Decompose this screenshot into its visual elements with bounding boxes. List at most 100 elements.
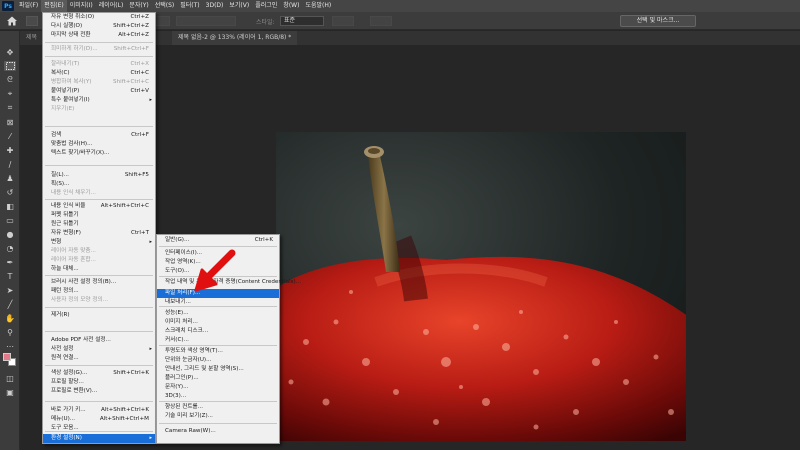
menu-window[interactable]: 창(W): [280, 0, 302, 12]
menu-type[interactable]: 문자(Y): [126, 0, 151, 12]
prefs-menu-item-17[interactable]: 향상된 컨트롤...: [157, 403, 279, 412]
history-brush-tool-icon[interactable]: ↺: [4, 187, 16, 197]
menu-plugins[interactable]: 플러그인: [252, 0, 280, 12]
edit-menu-item-8[interactable]: 특수 붙여넣기(I) ▸: [43, 96, 155, 105]
object-selection-tool-icon[interactable]: ⌖: [4, 89, 16, 99]
crop-tool-icon[interactable]: ⌗: [4, 103, 16, 113]
gradient-tool-icon[interactable]: ▭: [4, 215, 16, 225]
edit-menu-item-35[interactable]: 메뉴(U)... Alt+Shift+Ctrl+M: [43, 415, 155, 424]
tab-document-2[interactable]: 제목 없음-2 @ 133% (레이어 1, RGB/8) *: [172, 31, 298, 45]
zoom-tool-icon[interactable]: ⚲: [4, 327, 16, 337]
brush-tool-icon[interactable]: ∕: [4, 159, 16, 169]
move-tool-icon[interactable]: ✥: [4, 47, 16, 57]
hand-tool-icon[interactable]: ✋: [4, 313, 16, 323]
canvas-image-apple[interactable]: [276, 132, 686, 441]
blur-tool-icon[interactable]: ●: [4, 229, 16, 239]
edit-menu-item-15[interactable]: 내용 인식 채우기...: [43, 189, 155, 198]
edit-menu-item-0[interactable]: 자유 변형 취소(O) Ctrl+Z: [43, 13, 155, 22]
quick-mask-icon[interactable]: ◫: [4, 373, 16, 383]
prefs-menu-item-2[interactable]: 작업 영역(K)...: [157, 258, 279, 267]
prefs-menu-item-3[interactable]: 도구(O)...: [157, 267, 279, 276]
dodge-tool-icon[interactable]: ◔: [4, 243, 16, 253]
edit-menu-item-6[interactable]: 병합하여 복사(Y) Shift+Ctrl+C: [43, 78, 155, 87]
style-select[interactable]: 표준: [280, 16, 324, 26]
menu-file[interactable]: 파일(F): [16, 0, 41, 12]
prefs-menu-item-5[interactable]: 파일 처리(F)...: [157, 289, 279, 298]
edit-menu-item-10[interactable]: 검색 Ctrl+F: [43, 131, 155, 140]
edit-menu-item-11[interactable]: 맞춤법 검사(H)...: [43, 140, 155, 149]
prefs-menu-item-12[interactable]: 단위와 눈금자(U)...: [157, 356, 279, 365]
edit-menu-item-1[interactable]: 다시 실행(O) Shift+Ctrl+Z: [43, 22, 155, 31]
prefs-menu-item-9[interactable]: 스크래치 디스크...: [157, 327, 279, 336]
prefs-menu-item-19[interactable]: Camera Raw(W)...: [157, 427, 279, 436]
select-and-mask-button[interactable]: 선택 및 마스크...: [620, 15, 696, 27]
menu-select[interactable]: 선택(S): [152, 0, 178, 12]
clone-stamp-tool-icon[interactable]: ♟: [4, 173, 16, 183]
menu-image[interactable]: 이미지(I): [67, 0, 96, 12]
edit-menu-item-20[interactable]: 변형 ▸: [43, 238, 155, 247]
edit-menu-item-3[interactable]: 희미하게 하기(D)... Shift+Ctrl+F: [43, 45, 155, 54]
edit-menu-item-16[interactable]: 내용 인식 비율 Alt+Shift+Ctrl+C: [43, 202, 155, 211]
edit-menu-item-23[interactable]: 하늘 대체...: [43, 265, 155, 274]
height-field[interactable]: [370, 16, 392, 26]
eyedropper-tool-icon[interactable]: ⁄: [4, 131, 16, 141]
edit-menu-item-34[interactable]: 바로 가기 키... Alt+Shift+Ctrl+K: [43, 406, 155, 415]
edit-menu-item-33[interactable]: 프로필로 변환(V)...: [43, 387, 155, 396]
path-selection-tool-icon[interactable]: ➤: [4, 285, 16, 295]
menu-help[interactable]: 도움말(H): [302, 0, 334, 12]
home-icon[interactable]: [6, 15, 18, 27]
frame-tool-icon[interactable]: ⊠: [4, 117, 16, 127]
edit-menu-item-27[interactable]: 제거(R): [43, 311, 155, 320]
menu-view[interactable]: 보기(V): [226, 0, 252, 12]
menu-layer[interactable]: 레이어(L): [96, 0, 127, 12]
prefs-menu-item-11[interactable]: 투명도와 색상 영역(T)...: [157, 347, 279, 356]
pen-tool-icon[interactable]: ✒: [4, 257, 16, 267]
prefs-menu-item-1[interactable]: 인터페이스(I)...: [157, 249, 279, 258]
width-field[interactable]: [332, 16, 354, 26]
line-tool-icon[interactable]: ╱: [4, 299, 16, 309]
menu-3d[interactable]: 3D(D): [203, 0, 227, 12]
prefs-menu-item-15[interactable]: 문자(Y)...: [157, 383, 279, 392]
anti-alias-checkbox[interactable]: [176, 16, 236, 26]
prefs-menu-item-7[interactable]: 성능(E)...: [157, 309, 279, 318]
rectangular-marquee-tool-icon[interactable]: [4, 61, 16, 71]
screen-mode-icon[interactable]: ▣: [4, 387, 16, 397]
edit-menu-item-30[interactable]: 원격 연결...: [43, 354, 155, 363]
edit-menu-item-4[interactable]: 잘라내기(T) Ctrl+X: [43, 60, 155, 69]
prefs-menu-item-4[interactable]: 작업 내역 및 콘텐츠 자격 증명(Content Credentials)..…: [157, 278, 301, 287]
edit-menu-item-19[interactable]: 자유 변형(F) Ctrl+T: [43, 229, 155, 238]
edit-menu-item-18[interactable]: 원근 뒤틀기: [43, 220, 155, 229]
healing-brush-tool-icon[interactable]: ✚: [4, 145, 16, 155]
edit-menu-item-2[interactable]: 마지막 상태 전환 Alt+Ctrl+Z: [43, 31, 155, 40]
tab-document-1[interactable]: 제목: [20, 31, 43, 45]
prefs-menu-item-14[interactable]: 플러그인(P)...: [157, 374, 279, 383]
prefs-menu-item-18[interactable]: 기술 미리 보기(Z)...: [157, 412, 279, 421]
edit-menu-item-29[interactable]: 사전 설정 ▸: [43, 345, 155, 354]
edit-menu-item-24[interactable]: 브러시 사전 설정 정의(B)...: [43, 278, 155, 287]
edit-menu-item-14[interactable]: 획(S)...: [43, 180, 155, 189]
menu-edit[interactable]: 편집(E): [41, 0, 67, 12]
eraser-tool-icon[interactable]: ◧: [4, 201, 16, 211]
menu-filter[interactable]: 필터(T): [177, 0, 202, 12]
lasso-tool-icon[interactable]: ᘓ: [4, 75, 16, 85]
more-tools-icon[interactable]: ⋯: [4, 341, 16, 351]
edit-menu-item-17[interactable]: 퍼펫 뒤틀기: [43, 211, 155, 220]
prefs-menu-item-16[interactable]: 3D(3)...: [157, 392, 279, 401]
edit-menu-item-26[interactable]: 사용자 정의 모양 정의...: [43, 296, 155, 305]
prefs-menu-item-13[interactable]: 안내선, 그리드 및 분할 영역(S)...: [157, 365, 279, 374]
marquee-tool-preset-icon[interactable]: [26, 16, 38, 26]
edit-menu-item-25[interactable]: 패턴 정의...: [43, 287, 155, 296]
edit-menu-item-31[interactable]: 색상 설정(G)... Shift+Ctrl+K: [43, 369, 155, 378]
edit-menu-item-37[interactable]: 환경 설정(N) ▸: [43, 434, 155, 443]
prefs-menu-item-0[interactable]: 일반(G)... Ctrl+K: [157, 236, 279, 245]
edit-menu-item-12[interactable]: 텍스트 찾기/바꾸기(X)...: [43, 149, 155, 158]
edit-menu-item-9[interactable]: 지우기(E): [43, 105, 155, 114]
edit-menu-item-32[interactable]: 프로필 할당...: [43, 378, 155, 387]
edit-menu-item-28[interactable]: Adobe PDF 사전 설정...: [43, 336, 155, 345]
prefs-menu-item-8[interactable]: 이미지 처리...: [157, 318, 279, 327]
edit-menu-item-7[interactable]: 붙여넣기(P) Ctrl+V: [43, 87, 155, 96]
edit-menu-item-22[interactable]: 레이어 자동 혼합...: [43, 256, 155, 265]
prefs-menu-item-10[interactable]: 커서(C)...: [157, 336, 279, 345]
edit-menu-item-5[interactable]: 복사(C) Ctrl+C: [43, 69, 155, 78]
foreground-color-swatch[interactable]: [3, 353, 11, 361]
